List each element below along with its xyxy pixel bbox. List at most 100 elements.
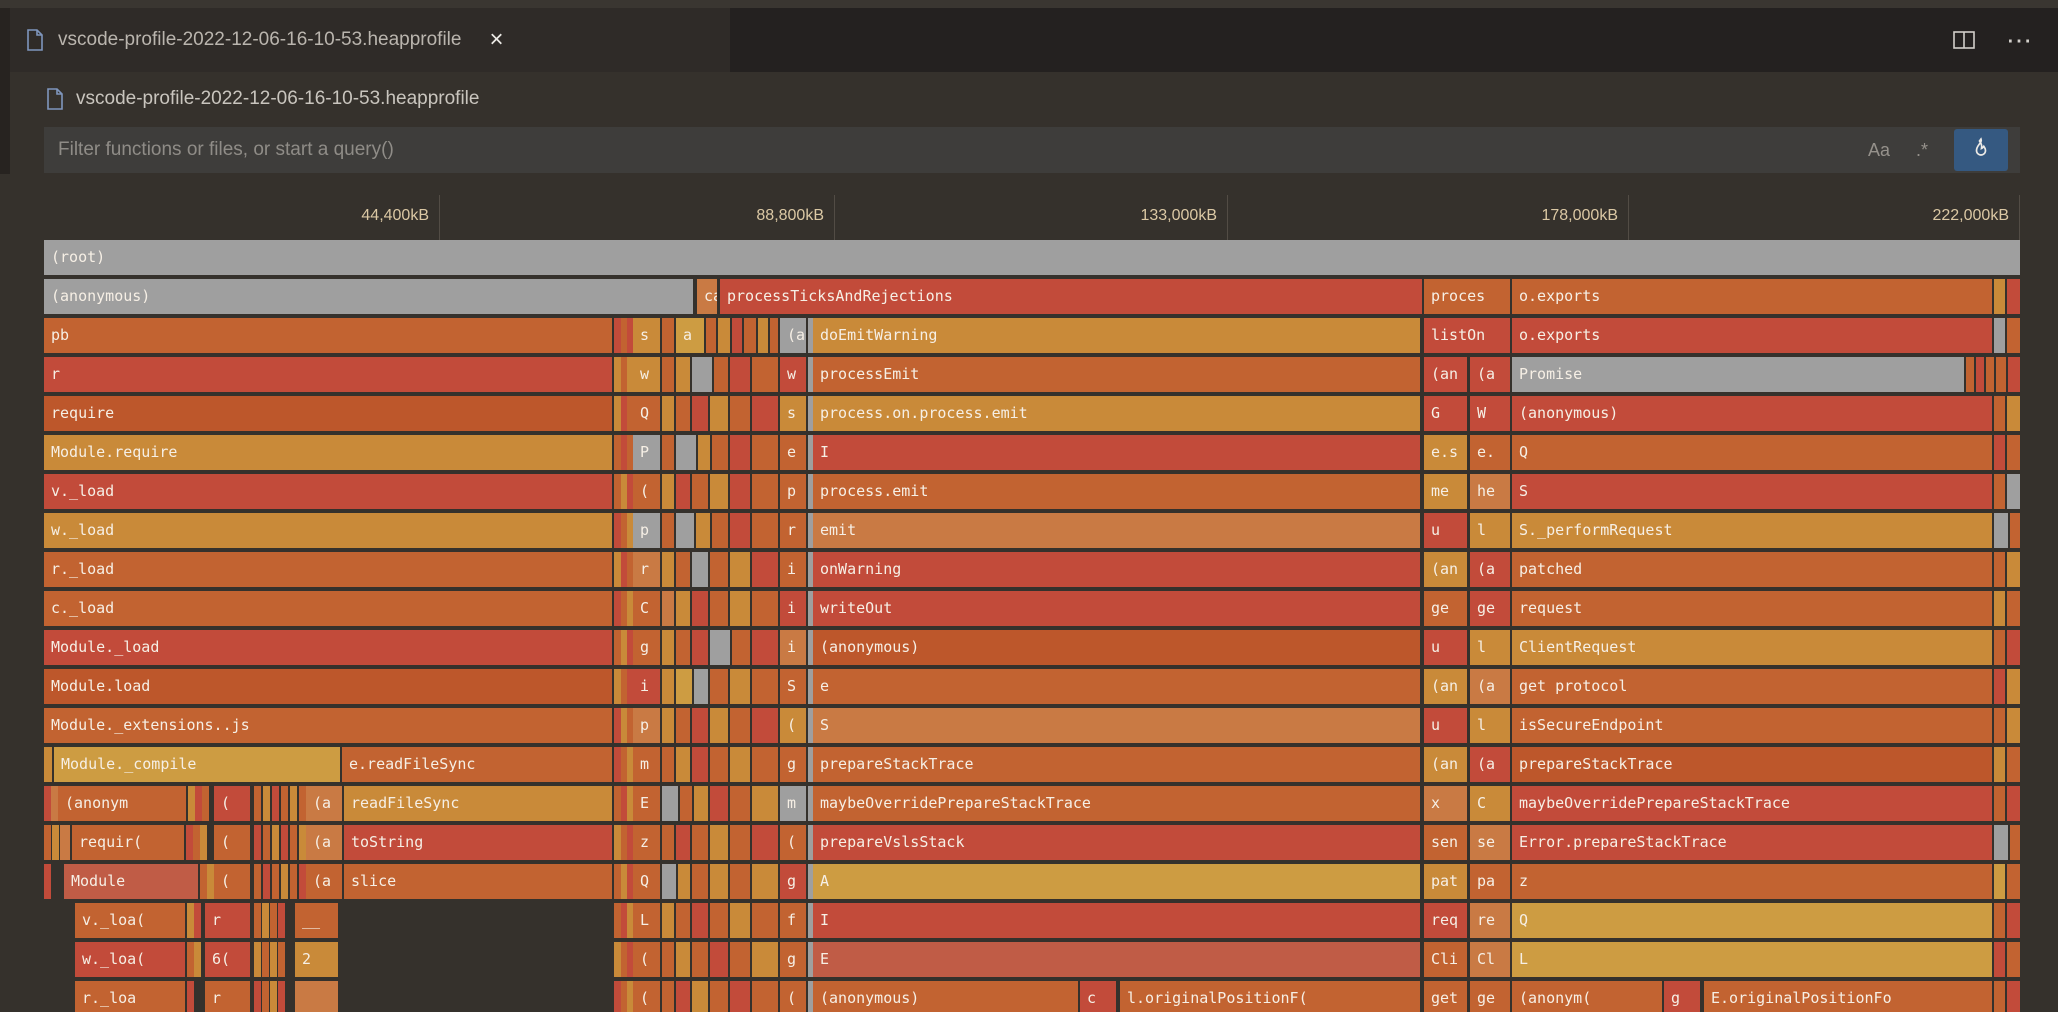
flame-node[interactable]: writeOut [813, 591, 1420, 626]
flame-node[interactable] [712, 513, 728, 548]
flame-node[interactable]: E.originalPositionFo [1704, 981, 1992, 1012]
flame-node[interactable] [676, 630, 690, 665]
flame-node[interactable] [299, 825, 306, 860]
flame-node[interactable] [698, 435, 710, 470]
flame-node[interactable] [676, 747, 690, 782]
flame-node[interactable] [614, 981, 621, 1012]
flame-node[interactable] [290, 825, 297, 860]
flame-node[interactable]: pb [44, 318, 612, 353]
flame-node[interactable]: i [780, 630, 806, 665]
flame-node[interactable] [676, 435, 696, 470]
flame-node[interactable]: z [633, 825, 660, 860]
flame-graph-toggle-button[interactable] [1954, 129, 2008, 171]
flame-node[interactable] [1994, 747, 2005, 782]
flame-node[interactable]: r [205, 981, 250, 1012]
flame-node[interactable] [662, 708, 674, 743]
flame-node[interactable] [770, 318, 778, 353]
flame-node[interactable]: req [1424, 903, 1467, 938]
flame-node[interactable] [44, 786, 51, 821]
flame-node[interactable]: L [1512, 942, 1992, 977]
flame-node[interactable]: m [633, 747, 660, 782]
flame-node[interactable]: r [44, 357, 612, 392]
flame-node[interactable]: w [633, 357, 660, 392]
flame-node[interactable] [692, 591, 708, 626]
flame-node[interactable] [1994, 903, 2005, 938]
flame-node[interactable] [1994, 435, 2005, 470]
flame-node[interactable] [254, 825, 261, 860]
flame-node[interactable] [290, 864, 297, 899]
flame-node[interactable]: (root) [44, 240, 2020, 275]
flame-node[interactable]: ge [1470, 981, 1510, 1012]
flame-node[interactable] [662, 669, 674, 704]
flame-node[interactable] [710, 981, 728, 1012]
flame-node[interactable]: 2 [295, 942, 338, 977]
flame-node[interactable] [1996, 357, 2006, 392]
flame-node[interactable] [187, 903, 194, 938]
flame-node[interactable] [752, 747, 778, 782]
flame-node[interactable] [710, 669, 728, 704]
flame-node[interactable]: p [633, 708, 660, 743]
flame-node[interactable]: e [780, 435, 806, 470]
flame-node[interactable]: he [1470, 474, 1510, 509]
flame-graph[interactable]: (root)(anonymous)caprocessTicksAndReject… [44, 240, 2020, 1012]
flame-node[interactable] [730, 942, 750, 977]
flame-node[interactable] [662, 903, 674, 938]
flame-node[interactable]: ( [780, 981, 806, 1012]
flame-node[interactable]: (a [306, 864, 342, 899]
flame-node[interactable] [710, 396, 728, 431]
flame-node[interactable] [614, 669, 621, 704]
flame-node[interactable]: listOn [1424, 318, 1510, 353]
flame-node[interactable] [614, 903, 621, 938]
flame-node[interactable]: (a [306, 786, 342, 821]
flame-node[interactable]: Module._extensions..js [44, 708, 612, 743]
flame-node[interactable]: ( [214, 786, 250, 821]
flame-node[interactable] [710, 591, 728, 626]
flame-node[interactable]: g [633, 630, 660, 665]
flame-node[interactable]: E [633, 786, 660, 821]
flame-node[interactable] [1994, 591, 2005, 626]
flame-node[interactable] [730, 357, 750, 392]
flame-node[interactable] [299, 864, 306, 899]
flame-node[interactable] [254, 903, 261, 938]
flame-node[interactable] [262, 981, 269, 1012]
flame-node[interactable]: ( [633, 942, 660, 977]
flame-node[interactable]: w._load [44, 513, 612, 548]
flame-node[interactable] [254, 942, 261, 977]
flame-node[interactable] [730, 903, 750, 938]
flame-node[interactable] [692, 630, 708, 665]
flame-node[interactable] [662, 357, 674, 392]
flame-node[interactable] [730, 552, 750, 587]
flame-node[interactable]: (anonymous) [813, 981, 1078, 1012]
flame-node[interactable] [710, 630, 730, 665]
flame-node[interactable] [752, 552, 778, 587]
flame-node[interactable] [202, 786, 209, 821]
flame-node[interactable]: process.on.process.emit [813, 396, 1420, 431]
flame-node[interactable]: S [780, 669, 806, 704]
flame-node[interactable]: (an [1424, 552, 1467, 587]
flame-node[interactable] [614, 747, 621, 782]
flame-node[interactable] [732, 318, 742, 353]
flame-node[interactable] [614, 318, 621, 353]
flame-node[interactable]: g [1664, 981, 1700, 1012]
flame-node[interactable]: requir( [72, 825, 184, 860]
flame-node[interactable]: ( [633, 981, 660, 1012]
flame-node[interactable]: i [780, 591, 806, 626]
flame-node[interactable] [676, 903, 690, 938]
flame-node[interactable]: me [1424, 474, 1467, 509]
flame-node[interactable]: (a [1470, 747, 1510, 782]
flame-node[interactable]: Cli [1424, 942, 1467, 977]
flame-node[interactable] [2007, 396, 2020, 431]
flame-node[interactable] [662, 981, 674, 1012]
flame-node[interactable]: processTicksAndRejections [720, 279, 1422, 314]
flame-node[interactable]: toString [344, 825, 612, 860]
flame-node[interactable] [662, 552, 674, 587]
flame-node[interactable] [278, 903, 285, 938]
flame-node[interactable] [732, 630, 750, 665]
flame-node[interactable] [752, 942, 778, 977]
flame-node[interactable]: pat [1424, 864, 1467, 899]
flame-node[interactable] [295, 981, 338, 1012]
flame-node[interactable] [207, 864, 214, 899]
flame-node[interactable]: e [813, 669, 1420, 704]
flame-node[interactable] [1994, 630, 2005, 665]
flame-node[interactable] [1994, 396, 2005, 431]
